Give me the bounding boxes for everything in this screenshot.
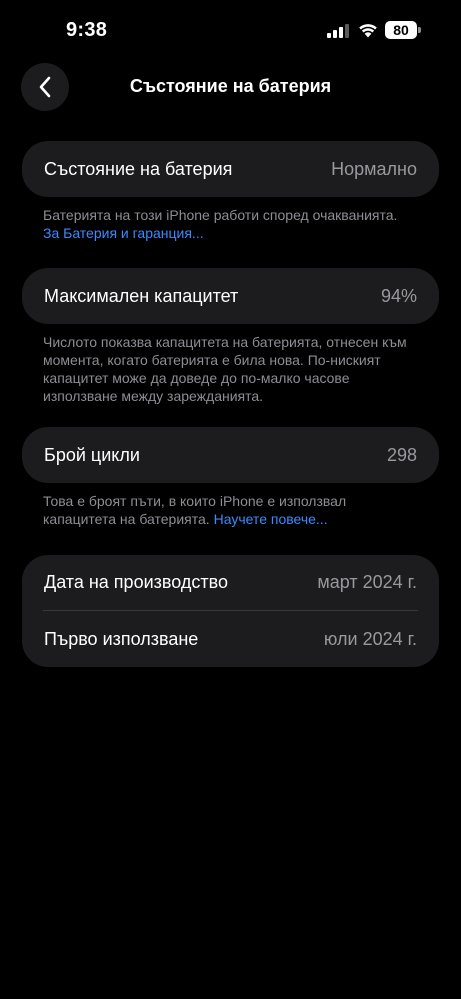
battery-health-value: Нормално: [331, 158, 417, 179]
learn-more-link[interactable]: Научете повече...: [214, 511, 328, 527]
cycle-count-card: Брой цикли 298: [22, 427, 439, 483]
manufacture-date-row: Дата на производство март 2024 г.: [22, 555, 439, 610]
cycle-count-row: Брой цикли 298: [22, 427, 439, 483]
cycle-count-footnote: Това е броят пъти, в които iPhone е изпо…: [43, 492, 388, 528]
battery-health-label: Състояние на батерия: [44, 158, 233, 179]
max-capacity-label: Максимален капацитет: [44, 285, 239, 306]
cycle-count-label: Брой цикли: [44, 444, 140, 465]
battery-cap: [418, 27, 421, 33]
battery-health-footnote: Батерията на този iPhone работи според о…: [43, 206, 403, 242]
dates-card: Дата на производство март 2024 г. Първо …: [22, 555, 439, 667]
wifi-icon: [359, 24, 377, 38]
first-use-label: Първо използване: [44, 628, 199, 649]
battery-icon: 80: [385, 21, 421, 39]
manufacture-date-value: март 2024 г.: [317, 572, 417, 592]
first-use-row: Първо използване юли 2024 г.: [22, 611, 439, 667]
first-use-value: юли 2024 г.: [323, 628, 417, 649]
page-title: Състояние на батерия: [129, 76, 332, 96]
status-time: 9:38: [66, 19, 108, 41]
manufacture-date-label: Дата на производство: [44, 572, 228, 592]
max-capacity-value: 94%: [380, 285, 417, 306]
battery-health-card: Състояние на батерия Нормално: [22, 141, 439, 197]
cellular-signal-icon: [327, 24, 349, 38]
battery-warranty-link[interactable]: За Батерия и гаранция...: [43, 225, 204, 241]
battery-level: 80: [385, 21, 417, 39]
cycle-count-value: 298: [386, 444, 417, 465]
max-capacity-row: Максимален капацитет 94%: [22, 268, 439, 324]
battery-health-row: Състояние на батерия Нормално: [22, 141, 439, 197]
battery-health-footnote-text: Батерията на този iPhone работи според о…: [43, 207, 398, 223]
battery-health-screen: 9:38 80 Състояние на батерия Състояние н…: [0, 0, 461, 999]
max-capacity-footnote: Числото показва капацитета на батерията,…: [43, 334, 407, 404]
status-bar: 9:38 80: [0, 0, 461, 60]
max-capacity-card: Максимален капацитет 94%: [22, 268, 439, 324]
